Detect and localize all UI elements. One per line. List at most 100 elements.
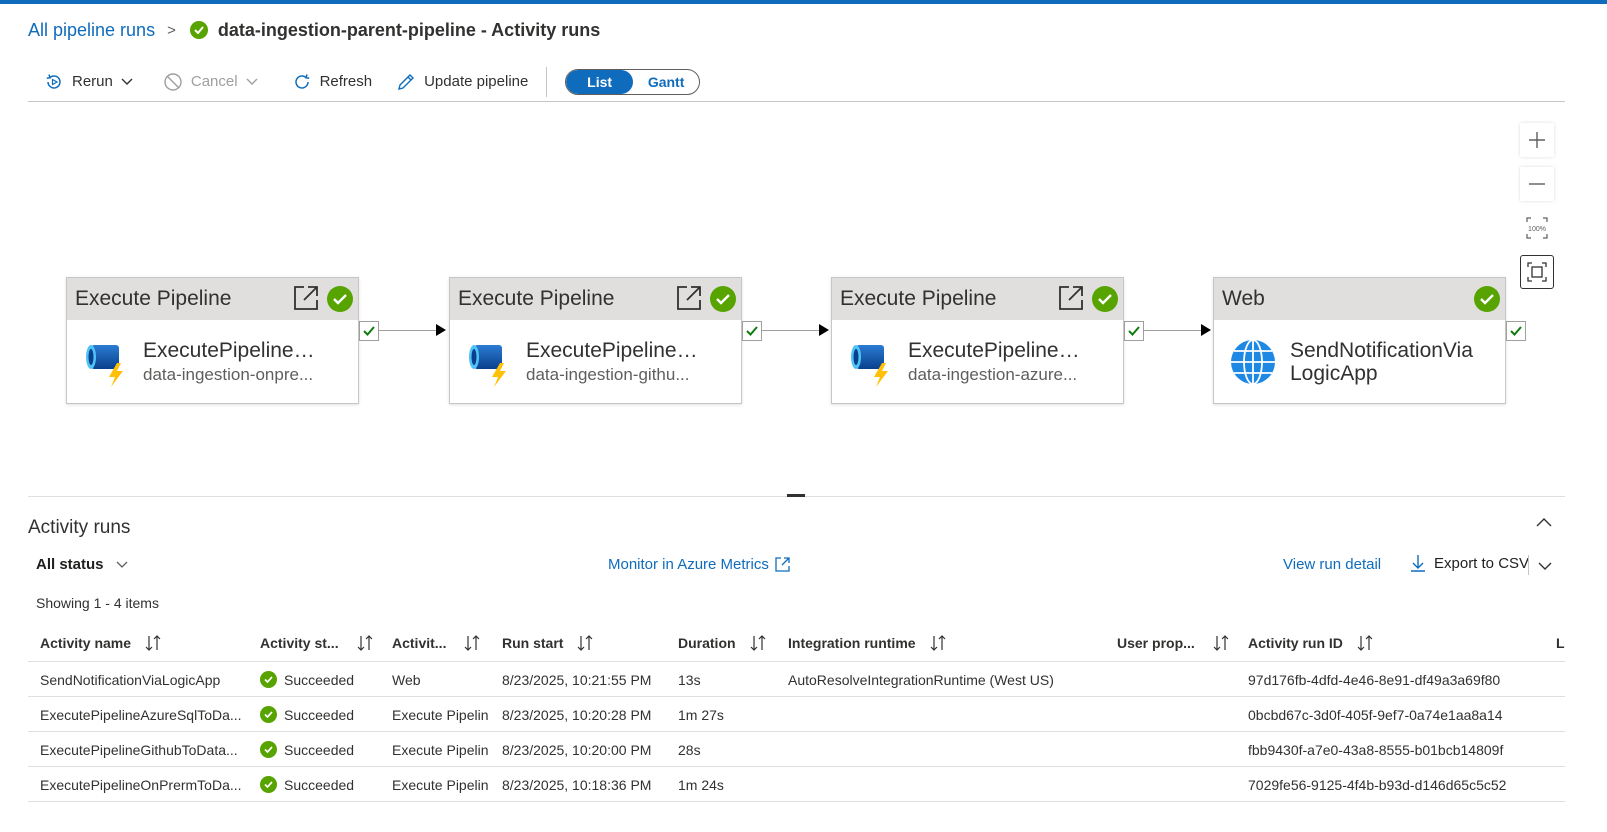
success-check-icon xyxy=(260,741,277,758)
status-label: Succeeded xyxy=(284,776,355,793)
open-external-icon[interactable] xyxy=(675,284,703,317)
sort-icon xyxy=(357,635,373,651)
success-output-port[interactable] xyxy=(1124,321,1144,341)
node-activity-name: ExecutePipelineGi... xyxy=(526,339,706,362)
export-csv-label: Export to CSV xyxy=(1434,554,1530,572)
cell-duration: 1m 24s xyxy=(678,776,724,793)
chevron-up-icon xyxy=(1536,518,1552,527)
cell-integration-runtime xyxy=(788,732,1108,767)
pipeline-node-execute-azure[interactable]: Execute Pipeline ExecutePipelineAz... da… xyxy=(831,277,1124,404)
column-header-user-properties[interactable]: User prop... xyxy=(1117,624,1229,662)
open-external-icon[interactable] xyxy=(292,284,320,317)
success-check-icon xyxy=(710,286,736,312)
status-label: Succeeded xyxy=(284,741,355,758)
node-header: Execute Pipeline xyxy=(450,278,741,320)
execute-pipeline-icon xyxy=(86,345,123,387)
export-divider xyxy=(1528,555,1529,575)
rerun-label: Rerun xyxy=(72,73,113,90)
table-row[interactable]: ExecutePipelineGithubToData... Succeeded… xyxy=(28,732,1565,767)
pipeline-node-web[interactable]: Web SendNotificationViaLogicApp xyxy=(1213,277,1506,404)
cell-activity-run-id[interactable]: fbb9430f-a7e0-43a8-8555-b01bcb14809f xyxy=(1248,732,1548,767)
success-output-port[interactable] xyxy=(359,321,379,341)
node-type-label: Execute Pipeline xyxy=(458,287,615,310)
view-run-detail-link[interactable]: View run detail xyxy=(1283,556,1381,573)
cell-status: Succeeded xyxy=(260,767,385,802)
cell-activity-type: Web xyxy=(392,671,421,688)
zoom-out-button[interactable] xyxy=(1520,167,1554,201)
refresh-button[interactable]: Refresh xyxy=(284,66,381,98)
table-row[interactable]: ExecutePipelineAzureSqlToDa... Succeeded… xyxy=(28,697,1565,732)
cancel-icon xyxy=(164,72,182,91)
splitter-handle[interactable] xyxy=(787,494,805,497)
chevron-down-icon xyxy=(116,561,127,568)
top-accent-bar xyxy=(0,0,1607,4)
cell-activity-type: Execute Pipeline xyxy=(392,741,489,758)
update-pipeline-button[interactable]: Update pipeline xyxy=(388,66,536,98)
cell-activity-name[interactable]: ExecutePipelineGithubToData... xyxy=(40,732,252,767)
connector-arrowhead xyxy=(1201,324,1211,336)
column-header-activity-type[interactable]: Activit... xyxy=(392,624,480,662)
column-header-integration-runtime[interactable]: Integration runtime xyxy=(788,624,946,662)
status-label: Succeeded xyxy=(284,706,355,723)
dependency-connector xyxy=(379,330,437,331)
success-check-icon xyxy=(260,671,277,688)
column-header-run-start[interactable]: Run start xyxy=(502,624,593,662)
cell-status: Succeeded xyxy=(260,732,385,767)
column-header-label: L xyxy=(1556,635,1565,651)
rerun-button[interactable]: Rerun xyxy=(36,66,141,98)
cancel-button[interactable]: Cancel xyxy=(155,66,266,98)
sort-icon xyxy=(145,635,161,651)
cell-activity-run-id[interactable]: 7029fe56-9125-4f4b-b93d-d146d65c5c52 xyxy=(1248,767,1548,802)
fit-screen-icon xyxy=(1527,262,1547,282)
collapse-panel-button[interactable] xyxy=(1536,514,1552,532)
export-csv-button[interactable]: Export to CSV xyxy=(1410,554,1529,572)
node-pipeline-name: data-ingestion-azure... xyxy=(908,365,1078,384)
monitor-azure-metrics-link[interactable]: Monitor in Azure Metrics xyxy=(608,556,790,573)
list-view-toggle[interactable]: List xyxy=(566,69,633,94)
refresh-label: Refresh xyxy=(319,73,373,90)
pipeline-node-execute-github[interactable]: Execute Pipeline ExecutePipelineGi... da… xyxy=(449,277,742,404)
cell-integration-runtime xyxy=(788,767,1108,802)
success-check-icon xyxy=(1474,286,1500,312)
pipeline-canvas[interactable]: 100% Execute Pipeline ExecutePipelineO..… xyxy=(28,102,1565,496)
toolbar: Rerun Cancel Refresh Update pipeline Lis… xyxy=(28,62,1565,102)
open-external-icon[interactable] xyxy=(1057,284,1085,317)
table-row[interactable]: SendNotificationViaLogicApp Succeeded We… xyxy=(28,662,1565,697)
plus-icon xyxy=(1529,132,1545,148)
chevron-down-icon xyxy=(246,78,258,85)
export-options-dropdown[interactable] xyxy=(1538,558,1552,576)
node-header: Web xyxy=(1214,278,1505,320)
cell-status: Succeeded xyxy=(260,697,385,732)
zoom-100-icon: 100% xyxy=(1526,217,1548,239)
zoom-reset-button[interactable]: 100% xyxy=(1520,211,1554,245)
download-icon xyxy=(1411,555,1425,572)
zoom-in-button[interactable] xyxy=(1520,123,1554,157)
cell-activity-name[interactable]: ExecutePipelineOnPrermToDa... xyxy=(40,767,252,802)
cell-activity-name[interactable]: ExecutePipelineAzureSqlToDa... xyxy=(40,697,252,732)
column-header-activity-run-id[interactable]: Activity run ID xyxy=(1248,624,1373,662)
cell-activity-name[interactable]: SendNotificationViaLogicApp xyxy=(40,662,252,697)
page-title: data-ingestion-parent-pipeline - Activit… xyxy=(217,19,601,40)
column-header-extra[interactable]: L xyxy=(1556,624,1565,662)
gantt-view-toggle[interactable]: Gantt xyxy=(633,70,700,94)
node-pipeline-name: data-ingestion-onpre... xyxy=(143,365,314,384)
status-filter-dropdown[interactable]: All status xyxy=(36,556,128,573)
table-row[interactable]: ExecutePipelineOnPrermToDa... Succeeded … xyxy=(28,767,1565,802)
node-activity-name: SendNotificationViaLogicApp xyxy=(1290,339,1473,385)
cell-activity-run-id[interactable]: 0bcbd67c-3d0f-405f-9ef7-0a74e1aa8a14 xyxy=(1248,697,1548,732)
success-output-port[interactable] xyxy=(1506,321,1526,341)
all-pipeline-runs-link[interactable]: All pipeline runs xyxy=(28,20,155,41)
cell-activity-run-id[interactable]: 97d176fb-4dfd-4e46-8e91-df49a3a69f80 xyxy=(1248,662,1548,697)
success-check-icon xyxy=(1092,286,1118,312)
success-check-icon xyxy=(260,776,277,793)
success-output-port[interactable] xyxy=(742,321,762,341)
pipeline-node-execute-onprem[interactable]: Execute Pipeline ExecutePipelineO... dat… xyxy=(66,277,359,404)
cell-duration: 13s xyxy=(678,671,701,688)
column-header-activity-name[interactable]: Activity name xyxy=(40,624,161,662)
column-header-activity-status[interactable]: Activity st... xyxy=(260,624,373,662)
fit-to-screen-button[interactable] xyxy=(1520,255,1554,289)
view-toggle: List Gantt xyxy=(565,68,701,95)
success-check-icon xyxy=(189,21,208,39)
column-header-duration[interactable]: Duration xyxy=(678,624,766,662)
toolbar-divider xyxy=(546,66,548,97)
